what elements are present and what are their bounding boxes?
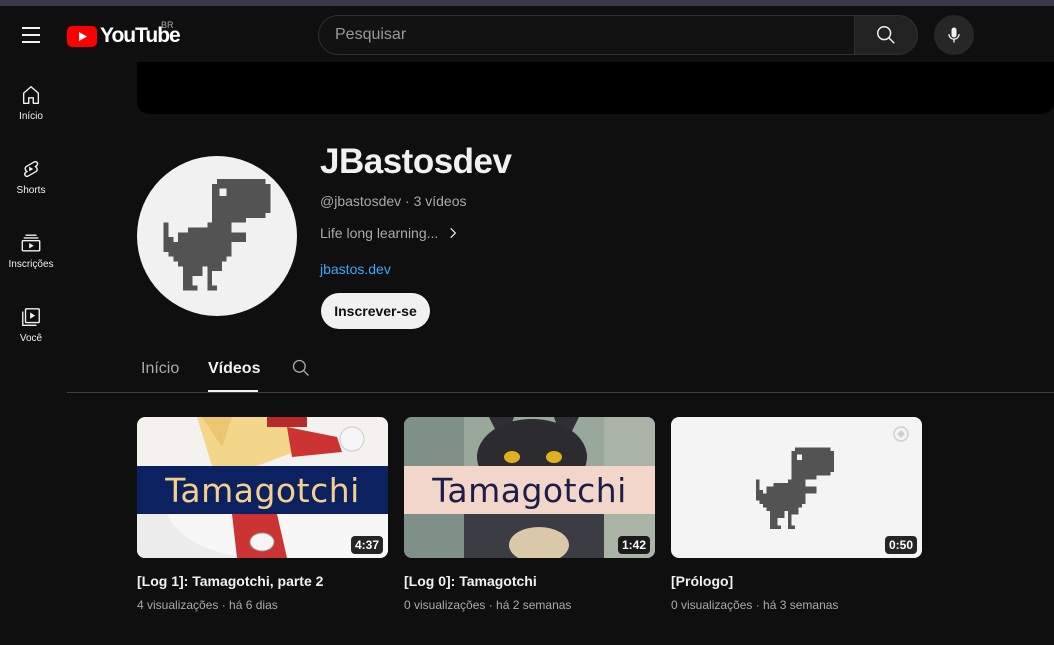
- subscribe-button[interactable]: Inscrever-se: [321, 293, 430, 329]
- channel-avatar: [137, 156, 297, 316]
- channel-banner: [137, 62, 1054, 114]
- sidebar-item-subscriptions[interactable]: Inscrições: [0, 218, 62, 292]
- search-icon: [292, 359, 309, 376]
- video-thumbnail[interactable]: Tamagotchi 1:42: [404, 417, 655, 558]
- sidebar-item-label: Você: [19, 333, 43, 344]
- tab-home[interactable]: Início: [141, 360, 179, 378]
- channel-tabs: Início Vídeos: [67, 348, 1054, 393]
- sidebar-item-you[interactable]: Você: [0, 292, 62, 366]
- channel-description-text: Life long learning...: [320, 225, 439, 241]
- video-card: Tamagotchi 4:37 [Log 1]: Tamagotchi, par…: [137, 417, 389, 612]
- search-button[interactable]: [854, 15, 918, 55]
- video-meta: 4 visualizações · há 6 dias: [137, 598, 278, 612]
- video-meta: 0 visualizações · há 2 semanas: [404, 598, 572, 612]
- channel-link[interactable]: jbastos.dev: [320, 261, 391, 277]
- shorts-icon: [24, 160, 39, 178]
- dino-thumbnail-icon: [756, 447, 834, 529]
- thumbnail-title-band: Tamagotchi: [137, 466, 388, 514]
- video-title[interactable]: [Log 0]: Tamagotchi: [404, 573, 656, 589]
- video-duration: 4:37: [350, 536, 383, 554]
- thumbnail-title-band: Tamagotchi: [404, 466, 655, 514]
- you-icon: [22, 308, 40, 326]
- search-icon: [877, 26, 895, 44]
- mini-guide: Início Shorts Inscrições Você: [0, 70, 62, 366]
- video-card: Tamagotchi 1:42 [Log 0]: Tamagotchi 0 vi…: [404, 417, 656, 612]
- video-card: 0:50 [Prólogo] 0 visualizações · há 3 se…: [671, 417, 923, 612]
- chevron-right-icon: [450, 227, 457, 239]
- home-icon: [22, 86, 40, 104]
- subscriptions-icon: [21, 234, 41, 252]
- region-code: BR: [161, 20, 174, 30]
- tab-videos[interactable]: Vídeos: [208, 360, 260, 378]
- guide-menu-button[interactable]: [14, 18, 48, 52]
- channel-meta: @jbastosdev · 3 vídeos: [320, 193, 467, 209]
- active-tab-indicator: [208, 390, 258, 392]
- search-input[interactable]: [335, 26, 854, 44]
- hamburger-line: [22, 27, 40, 29]
- hamburger-line: [22, 34, 40, 36]
- video-thumbnail[interactable]: Tamagotchi 4:37: [137, 417, 388, 558]
- dino-avatar-icon: [163, 179, 271, 291]
- video-duration: 1:42: [617, 536, 650, 554]
- sidebar-item-shorts[interactable]: Shorts: [0, 144, 62, 218]
- sidebar-item-label: Início: [19, 111, 43, 122]
- channel-description[interactable]: Life long learning...: [320, 225, 460, 241]
- sidebar-item-home[interactable]: Início: [0, 70, 62, 144]
- sidebar-item-label: Inscrições: [8, 259, 54, 270]
- voice-search-button[interactable]: [934, 15, 974, 55]
- video-title[interactable]: [Log 1]: Tamagotchi, parte 2: [137, 573, 389, 589]
- hamburger-line: [22, 41, 40, 43]
- video-thumbnail[interactable]: 0:50: [671, 417, 922, 558]
- search-bar: [318, 15, 918, 55]
- masthead: YouTube BR: [0, 6, 1054, 62]
- channel-search-button[interactable]: [291, 358, 311, 383]
- video-title[interactable]: [Prólogo]: [671, 573, 923, 589]
- video-meta: 0 visualizações · há 3 semanas: [671, 598, 839, 612]
- video-duration: 0:50: [884, 536, 917, 554]
- youtube-play-icon: [67, 25, 97, 47]
- watermark-logo-icon: [893, 426, 909, 442]
- search-box: [318, 15, 854, 55]
- channel-name: JBastosdev: [320, 142, 512, 181]
- microphone-icon: [948, 27, 960, 43]
- sidebar-item-label: Shorts: [16, 185, 46, 196]
